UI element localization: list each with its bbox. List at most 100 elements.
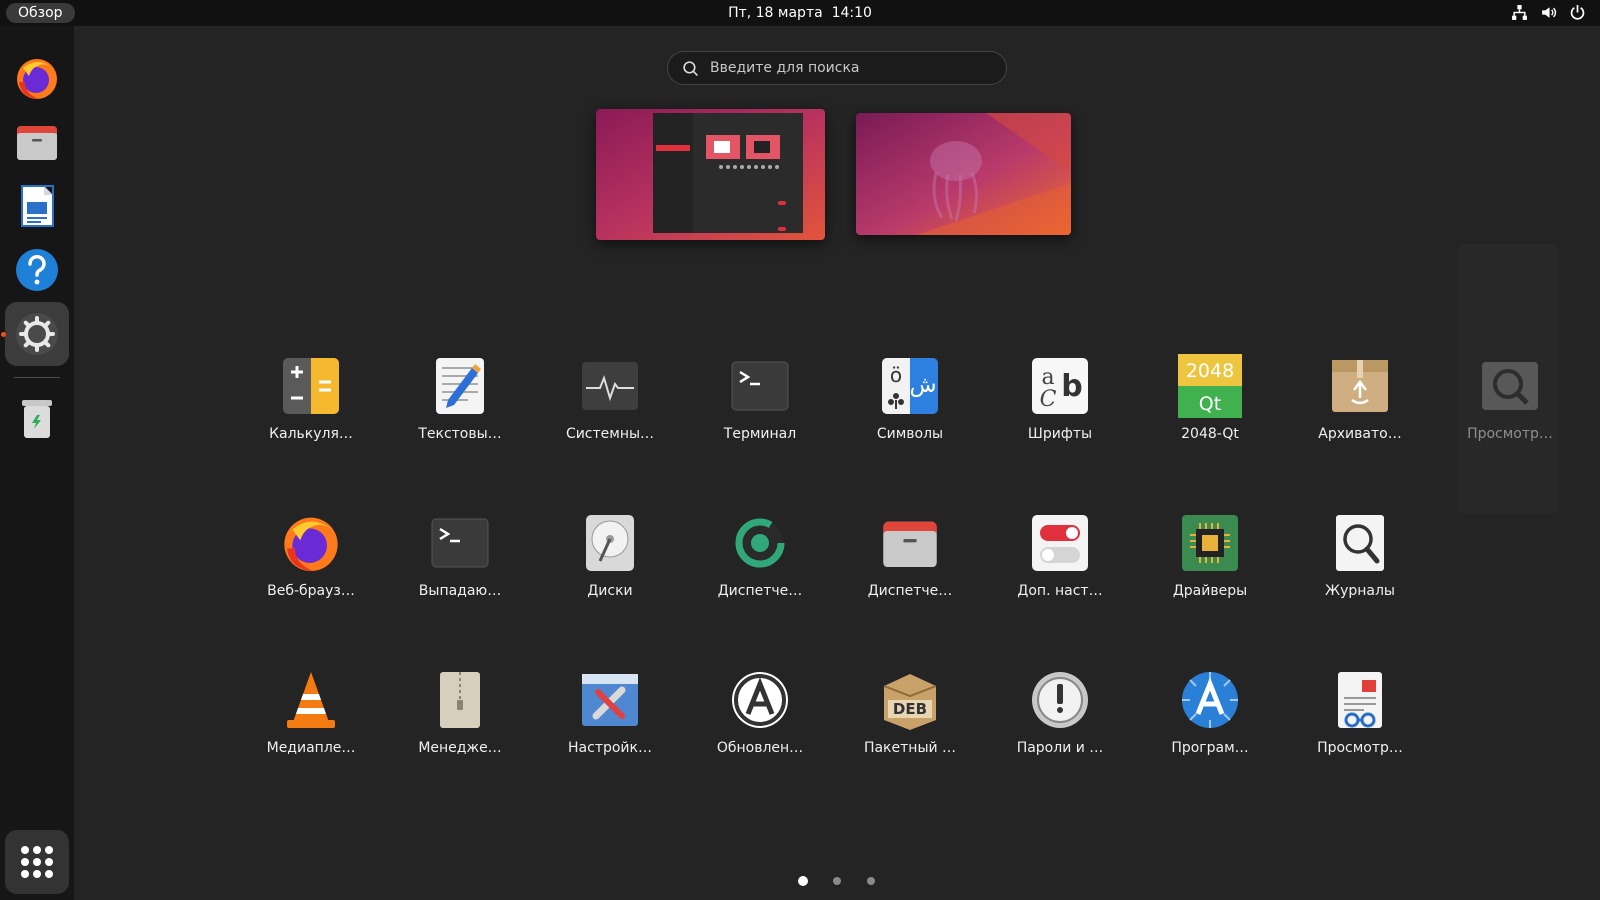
game-2048-icon: 2048 Qt — [1178, 354, 1242, 418]
app-file-manager[interactable]: Диспетче… — [840, 497, 980, 627]
app-package-installer[interactable]: DEB Пакетный … — [840, 654, 980, 784]
dock — [0, 26, 74, 900]
app-updater[interactable]: Обновлен… — [690, 654, 830, 784]
text-qt: Qt — [1199, 393, 1221, 415]
text-2048: 2048 — [1186, 360, 1234, 382]
app-drivers[interactable]: Драйверы — [1140, 497, 1280, 627]
resources-icon — [735, 518, 785, 568]
app-task-manager[interactable]: Диспетче… — [690, 497, 830, 627]
app-store-icon — [1182, 672, 1238, 728]
workspace-2-preview — [856, 113, 1071, 235]
page-dot-2[interactable] — [833, 877, 841, 885]
page-dot-1[interactable] — [798, 876, 808, 886]
network-icon[interactable] — [1511, 4, 1528, 21]
app-fonts[interactable]: abC Шрифты — [990, 340, 1130, 470]
app-document-viewer[interactable]: Просмотр… — [1290, 654, 1430, 784]
app-label: Медиапле… — [266, 740, 356, 756]
app-disks[interactable]: Диски — [540, 497, 680, 627]
app-label: Менедже… — [418, 740, 502, 756]
app-label: Текстовы… — [418, 426, 502, 442]
system-monitor-icon — [582, 362, 638, 410]
image-viewer-icon — [1482, 362, 1538, 410]
dock-help[interactable] — [5, 238, 69, 302]
app-label: Просмотр… — [1317, 740, 1403, 756]
system-tray[interactable] — [1511, 4, 1586, 21]
workspace-1-preview — [596, 109, 825, 240]
update-icon — [732, 672, 788, 728]
app-label: Програм… — [1171, 740, 1249, 756]
app-2048-qt[interactable]: 2048 Qt 2048-Qt — [1140, 340, 1280, 470]
app-label: Настройк… — [568, 740, 652, 756]
app-logs[interactable]: Журналы — [1290, 497, 1430, 627]
app-label: 2048-Qt — [1181, 426, 1239, 442]
help-icon — [16, 249, 58, 291]
app-label: Калькуля… — [269, 426, 353, 442]
search-icon — [683, 61, 698, 76]
writer-icon — [21, 185, 54, 227]
app-tweaks[interactable]: Доп. наст… — [990, 497, 1130, 627]
clock-area: Пт, 18 марта 14:10 — [0, 0, 1600, 26]
search-input[interactable] — [710, 56, 990, 80]
archive-icon — [1332, 360, 1388, 412]
font-b: b — [1061, 369, 1082, 404]
char-arabic: ش — [910, 373, 937, 398]
calculator-icon — [283, 358, 339, 414]
dock-trash[interactable] — [5, 386, 69, 450]
volume-icon[interactable] — [1540, 4, 1557, 21]
fonts-icon: a bC — [1032, 358, 1088, 414]
firefox-icon — [17, 59, 57, 99]
app-system-monitor[interactable]: Системны… — [540, 340, 680, 470]
zip-icon — [440, 672, 480, 728]
search-bar[interactable] — [667, 51, 1007, 85]
power-icon[interactable] — [1569, 4, 1586, 21]
app-passwords-keys[interactable]: Пароли и … — [990, 654, 1130, 784]
app-media-player[interactable]: Медиапле… — [241, 654, 381, 784]
settings-icon — [16, 313, 58, 355]
workspace-thumbnail-2[interactable] — [856, 113, 1071, 235]
tools-icon — [582, 674, 638, 726]
app-web-browser[interactable]: Веб-брауз… — [241, 497, 381, 627]
deb-label: DEB — [893, 700, 927, 718]
workspace-thumbnail-1[interactable] — [596, 109, 825, 240]
app-terminal[interactable]: Терминал — [690, 340, 830, 470]
page-indicator — [0, 876, 1600, 889]
app-label: Диспетче… — [717, 583, 803, 599]
app-dropdown-terminal[interactable]: Выпадаю… — [390, 497, 530, 627]
clock[interactable]: Пт, 18 марта 14:10 — [728, 5, 872, 21]
app-archive-manager[interactable]: Архивато… — [1290, 340, 1430, 470]
font-c: C — [1040, 387, 1057, 412]
document-viewer-icon — [1338, 672, 1382, 728]
app-characters[interactable]: öش Символы — [840, 340, 980, 470]
app-label: Архивато… — [1318, 426, 1402, 442]
app-label: Драйверы — [1172, 583, 1248, 599]
app-label: Просмотр… — [1467, 426, 1553, 442]
page-dot-3[interactable] — [867, 877, 875, 885]
activities-button[interactable]: Обзор — [6, 3, 75, 23]
app-label: Пароли и … — [1016, 740, 1104, 756]
files-icon — [883, 521, 937, 567]
app-label: Выпадаю… — [418, 583, 502, 599]
app-image-viewer-peek[interactable]: Просмотр… — [1440, 340, 1580, 470]
dock-settings[interactable] — [5, 302, 69, 366]
next-page-peek[interactable]: Просмотр… — [1458, 244, 1558, 514]
dock-firefox[interactable] — [5, 46, 69, 110]
app-archive-manager-2[interactable]: Менедже… — [390, 654, 530, 784]
dock-files[interactable] — [5, 110, 69, 174]
app-label: Веб-брауз… — [267, 583, 355, 599]
app-label: Терминал — [723, 426, 797, 442]
firefox-icon — [284, 517, 338, 571]
text-editor-icon — [436, 358, 484, 414]
app-label: Шрифты — [1027, 426, 1093, 442]
lock-safe-icon — [1032, 672, 1088, 728]
app-calculator[interactable]: Калькуля… — [241, 340, 381, 470]
app-software[interactable]: Програм… — [1140, 654, 1280, 784]
app-settings-tool[interactable]: Настройк… — [540, 654, 680, 784]
app-label: Обновлен… — [716, 740, 804, 756]
char-o: ö — [890, 363, 902, 387]
app-label: Пакетный … — [863, 740, 957, 756]
app-label: Диски — [587, 583, 633, 599]
app-text-editor[interactable]: Текстовы… — [390, 340, 530, 470]
toggle-switches-icon — [1032, 515, 1088, 571]
dock-writer[interactable] — [5, 174, 69, 238]
running-indicator — [1, 332, 6, 337]
